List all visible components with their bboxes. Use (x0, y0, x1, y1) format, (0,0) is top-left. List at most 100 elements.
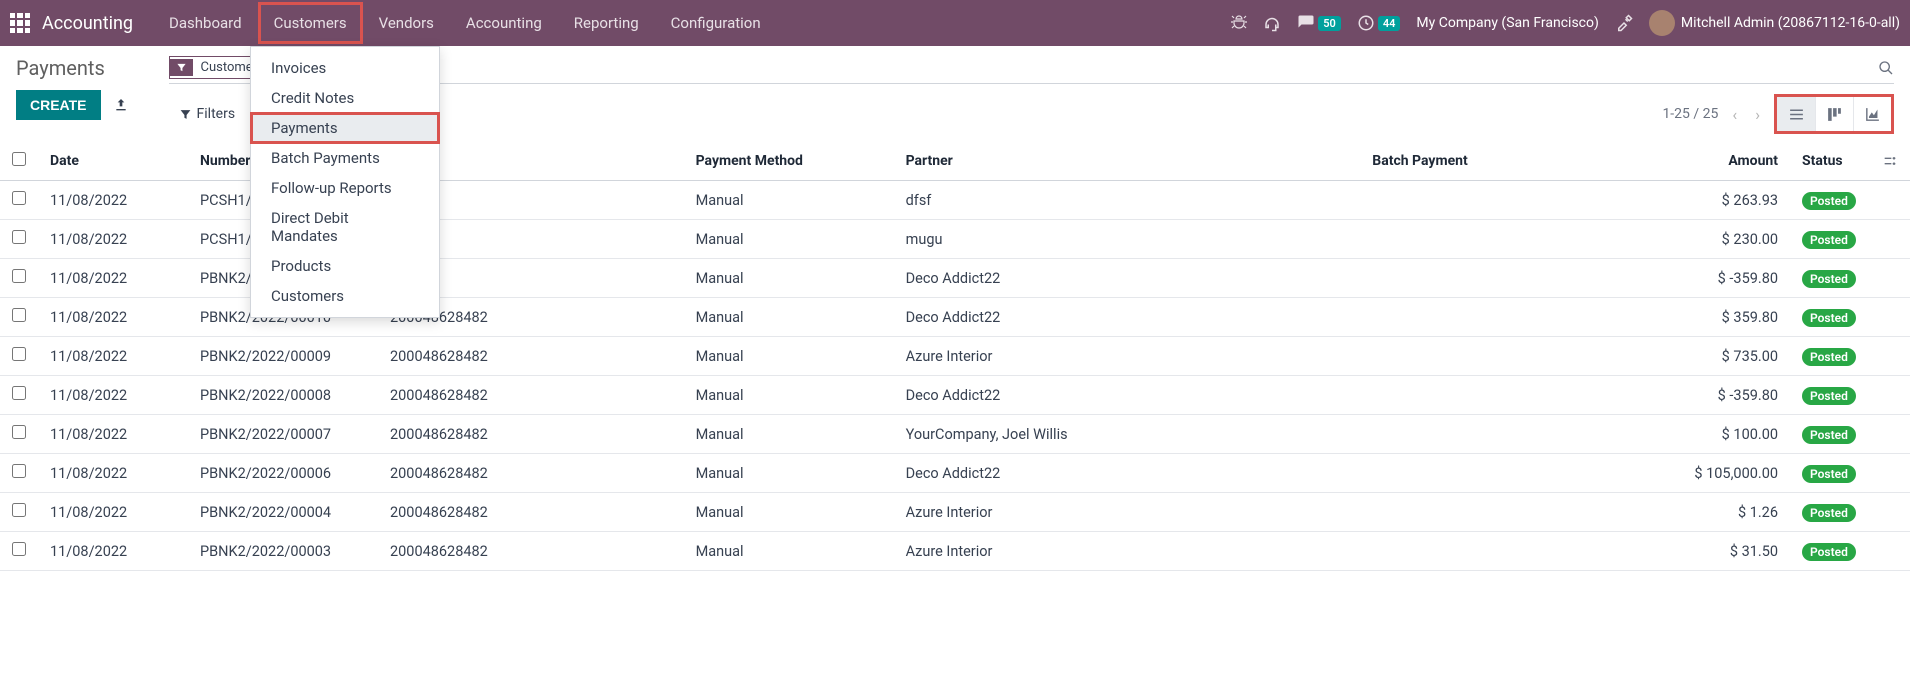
status-badge: Posted (1802, 426, 1856, 444)
cell-batch (1360, 181, 1660, 220)
list-view-button[interactable] (1777, 97, 1815, 131)
col-status[interactable]: Status (1790, 142, 1870, 181)
support-icon[interactable] (1263, 14, 1281, 32)
cell-status: Posted (1790, 181, 1870, 220)
cell-batch (1360, 220, 1660, 259)
cell-batch (1360, 259, 1660, 298)
cell-date: 11/08/2022 (38, 454, 188, 493)
upload-icon[interactable] (113, 97, 129, 113)
kanban-view-button[interactable] (1815, 97, 1853, 131)
activity-badge: 44 (1378, 16, 1401, 31)
table-row[interactable]: 11/08/2022PBNK2/2022/00003200048628482Ma… (0, 532, 1910, 571)
cell-journal: 200048628482 (378, 454, 684, 493)
dropdown-item-follow-up-reports[interactable]: Follow-up Reports (251, 173, 439, 203)
cell-number: PBNK2/2022/00008 (188, 376, 378, 415)
nav-item-configuration[interactable]: Configuration (655, 2, 777, 44)
app-title[interactable]: Accounting (42, 13, 133, 34)
col-date[interactable]: Date (38, 142, 188, 181)
dropdown-item-products[interactable]: Products (251, 251, 439, 281)
filters-label: Filters (197, 106, 236, 122)
pager-next-icon[interactable]: › (1751, 105, 1764, 124)
create-button[interactable]: CREATE (16, 90, 101, 120)
dropdown-item-customers[interactable]: Customers (251, 281, 439, 311)
select-all-checkbox[interactable] (12, 152, 26, 166)
user-name: Mitchell Admin (20867112-16-0-all) (1681, 15, 1900, 31)
filters-button[interactable]: Filters (179, 106, 236, 122)
table-row[interactable]: 11/08/2022PBNK2/2022/00007200048628482Ma… (0, 415, 1910, 454)
cell-amount: $ 105,000.00 (1660, 454, 1790, 493)
col-batch[interactable]: Batch Payment (1360, 142, 1660, 181)
cell-amount: $ 230.00 (1660, 220, 1790, 259)
dropdown-item-credit-notes[interactable]: Credit Notes (251, 83, 439, 113)
bug-icon[interactable] (1231, 15, 1247, 31)
cell-method: Manual (684, 376, 894, 415)
search-input[interactable] (362, 60, 1878, 76)
row-checkbox[interactable] (12, 230, 26, 244)
status-badge: Posted (1802, 192, 1856, 210)
row-checkbox[interactable] (12, 269, 26, 283)
cell-status: Posted (1790, 454, 1870, 493)
cell-method: Manual (684, 298, 894, 337)
row-checkbox[interactable] (12, 542, 26, 556)
row-checkbox[interactable] (12, 503, 26, 517)
tools-icon[interactable] (1615, 14, 1633, 32)
cell-partner: dfsf (894, 181, 1361, 220)
row-checkbox[interactable] (12, 308, 26, 322)
dropdown-item-direct-debit-mandates[interactable]: Direct Debit Mandates (251, 203, 439, 251)
col-method[interactable]: Payment Method (684, 142, 894, 181)
cell-number: PBNK2/2022/00009 (188, 337, 378, 376)
cell-journal: 200048628482 (378, 415, 684, 454)
optional-columns-icon[interactable] (1882, 153, 1898, 169)
avatar (1649, 10, 1675, 36)
table-row[interactable]: 11/08/2022PBNK2/2022/00008200048628482Ma… (0, 376, 1910, 415)
row-checkbox[interactable] (12, 347, 26, 361)
cell-date: 11/08/2022 (38, 337, 188, 376)
nav-item-accounting[interactable]: Accounting (450, 2, 558, 44)
cell-date: 11/08/2022 (38, 493, 188, 532)
row-checkbox[interactable] (12, 386, 26, 400)
cell-journal: 200048628482 (378, 493, 684, 532)
col-amount[interactable]: Amount (1660, 142, 1790, 181)
cell-date: 11/08/2022 (38, 376, 188, 415)
company-selector[interactable]: My Company (San Francisco) (1416, 15, 1598, 31)
cell-batch (1360, 415, 1660, 454)
messaging-icon[interactable]: 50 (1297, 14, 1341, 32)
row-checkbox[interactable] (12, 191, 26, 205)
nav-item-dashboard[interactable]: Dashboard (153, 2, 258, 44)
nav-item-reporting[interactable]: Reporting (558, 2, 655, 44)
row-checkbox[interactable] (12, 464, 26, 478)
cell-amount: $ 31.50 (1660, 532, 1790, 571)
table-row[interactable]: 11/08/2022PBNK2/2022/00004200048628482Ma… (0, 493, 1910, 532)
status-badge: Posted (1802, 348, 1856, 366)
pager-prev-icon[interactable]: ‹ (1728, 105, 1741, 124)
apps-menu-icon[interactable] (10, 13, 30, 33)
graph-view-button[interactable] (1853, 97, 1891, 131)
col-partner[interactable]: Partner (894, 142, 1361, 181)
activity-icon[interactable]: 44 (1357, 14, 1401, 32)
cell-method: Manual (684, 532, 894, 571)
dropdown-item-payments[interactable]: Payments (251, 113, 439, 143)
cell-amount: $ 1.26 (1660, 493, 1790, 532)
dropdown-item-invoices[interactable]: Invoices (251, 53, 439, 83)
pager-text[interactable]: 1-25 / 25 (1662, 106, 1718, 122)
nav-item-customers[interactable]: Customers (258, 2, 363, 44)
status-badge: Posted (1802, 465, 1856, 483)
cell-partner: Azure Interior (894, 532, 1361, 571)
cell-batch (1360, 493, 1660, 532)
row-checkbox[interactable] (12, 425, 26, 439)
table-row[interactable]: 11/08/2022PBNK2/2022/00009200048628482Ma… (0, 337, 1910, 376)
table-row[interactable]: 11/08/2022PBNK2/2022/00006200048628482Ma… (0, 454, 1910, 493)
status-badge: Posted (1802, 504, 1856, 522)
cell-method: Manual (684, 415, 894, 454)
search-icon[interactable] (1878, 60, 1894, 76)
nav-item-vendors[interactable]: Vendors (363, 2, 450, 44)
user-menu[interactable]: Mitchell Admin (20867112-16-0-all) (1649, 10, 1900, 36)
cell-status: Posted (1790, 220, 1870, 259)
status-badge: Posted (1802, 543, 1856, 561)
cell-method: Manual (684, 181, 894, 220)
cell-partner: mugu (894, 220, 1361, 259)
cell-method: Manual (684, 493, 894, 532)
cell-status: Posted (1790, 337, 1870, 376)
cell-status: Posted (1790, 259, 1870, 298)
dropdown-item-batch-payments[interactable]: Batch Payments (251, 143, 439, 173)
